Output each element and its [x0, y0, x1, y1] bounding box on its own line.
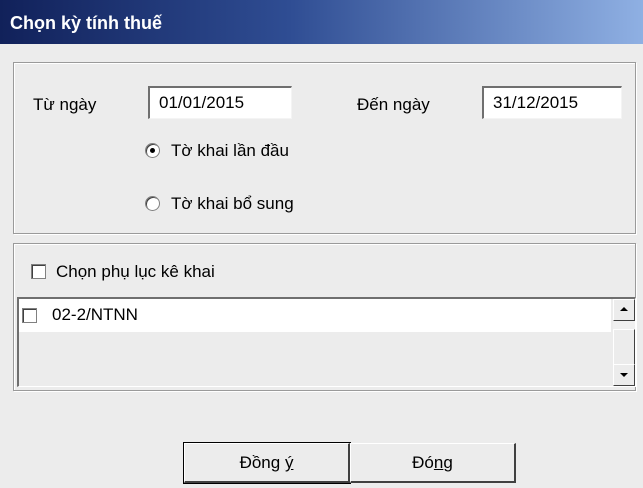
list-item[interactable]: 02-2/NTNN [19, 299, 611, 332]
appendix-list[interactable]: 02-2/NTNN [17, 297, 636, 387]
to-date-label: Đến ngày [357, 95, 430, 114]
close-button-mnemonic: n [433, 453, 444, 472]
scroll-down-button[interactable] [613, 364, 635, 386]
to-date-input[interactable]: 31/12/2015 [482, 86, 622, 119]
radio-first-declaration-label: Tờ khai lần đầu [171, 141, 289, 160]
scroll-up-button[interactable] [613, 299, 635, 321]
ok-button-label: Đồng [239, 453, 285, 472]
close-button-label: Đó [412, 453, 434, 472]
checkbox[interactable] [31, 264, 46, 279]
select-appendix-label: Chọn phụ lục kê khai [56, 262, 215, 281]
from-date-label: Từ ngày [33, 95, 97, 114]
ok-button-mnemonic: ý [284, 453, 294, 472]
close-button-label-end: g [443, 453, 453, 472]
from-date-input[interactable]: 01/01/2015 [148, 86, 292, 119]
ok-button[interactable]: Đồng ý [183, 442, 351, 484]
radio-button[interactable] [145, 143, 160, 158]
close-button[interactable]: Đóng [350, 443, 516, 483]
scrollbar-thumb[interactable] [613, 329, 635, 367]
radio-selected-dot [150, 148, 155, 153]
list-item-checkbox[interactable] [22, 308, 37, 323]
vertical-scrollbar[interactable] [613, 299, 635, 386]
arrow-up-icon [620, 307, 628, 311]
radio-supplementary-declaration-label: Tờ khai bổ sung [171, 194, 294, 213]
title-bar: Chọn kỳ tính thuế [0, 0, 643, 44]
window-title: Chọn kỳ tính thuế [10, 13, 162, 33]
radio-button[interactable] [145, 196, 160, 211]
list-item-label: 02-2/NTNN [52, 305, 138, 324]
arrow-down-icon [620, 373, 628, 377]
